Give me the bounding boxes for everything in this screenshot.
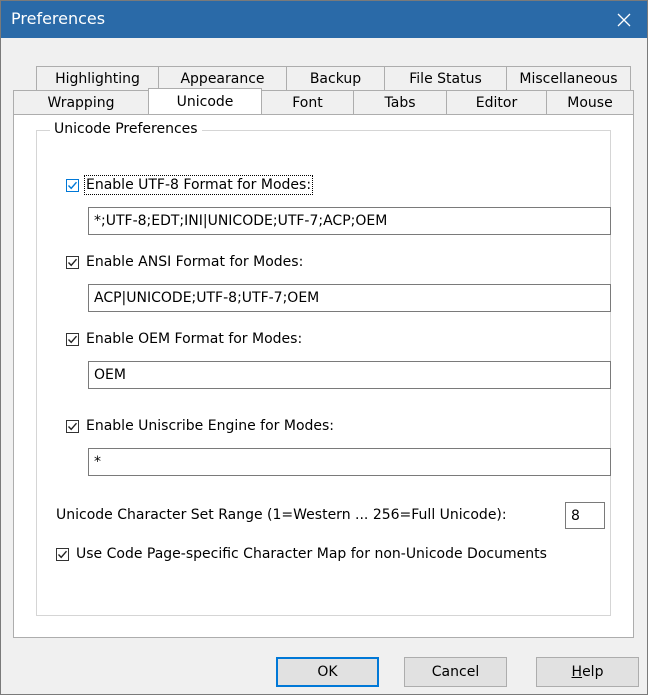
tab-appearance[interactable]: Appearance — [158, 66, 287, 90]
ansi-label: Enable ANSI Format for Modes: — [86, 254, 304, 270]
utf8-checkbox-row[interactable]: Enable UTF-8 Format for Modes: — [66, 175, 314, 195]
tab-highlighting[interactable]: Highlighting — [36, 66, 159, 90]
help-button[interactable]: Help — [536, 657, 639, 687]
uniscribe-checkbox-row[interactable]: Enable Uniscribe Engine for Modes: — [66, 418, 334, 434]
tab-file-status[interactable]: File Status — [384, 66, 507, 90]
help-label-rest: elp — [582, 664, 604, 680]
utf8-label: Enable UTF-8 Format for Modes: — [83, 175, 314, 195]
uniscribe-label: Enable Uniscribe Engine for Modes: — [86, 418, 335, 434]
tab-wrapping[interactable]: Wrapping — [13, 90, 149, 114]
codepage-map-label: Use Code Page-specific Character Map for… — [76, 546, 547, 562]
uniscribe-checkbox[interactable] — [66, 419, 79, 433]
utf8-checkbox[interactable] — [66, 178, 79, 192]
checkmark-icon — [67, 181, 78, 189]
cancel-button[interactable]: Cancel — [404, 657, 507, 687]
checkmark-icon — [67, 335, 78, 343]
uniscribe-modes-input[interactable]: * — [88, 448, 611, 476]
close-button[interactable] — [601, 1, 647, 38]
oem-checkbox[interactable] — [66, 332, 79, 346]
checkmark-icon — [67, 422, 78, 430]
close-icon — [617, 13, 631, 26]
tab-backup[interactable]: Backup — [286, 66, 385, 90]
charset-range-label: Unicode Character Set Range (1=Western .… — [56, 507, 507, 523]
tab-editor[interactable]: Editor — [446, 90, 547, 114]
unicode-preferences-group: Unicode Preferences Enable UTF-8 Format … — [36, 121, 611, 616]
unicode-tab-panel: Unicode Preferences Enable UTF-8 Format … — [13, 114, 634, 638]
ansi-checkbox[interactable] — [66, 255, 79, 269]
ansi-modes-input[interactable]: ACP|UNICODE;UTF-8;UTF-7;OEM — [88, 284, 611, 312]
tab-unicode[interactable]: Unicode — [148, 88, 262, 114]
oem-label: Enable OEM Format for Modes: — [86, 331, 303, 347]
ansi-checkbox-row[interactable]: Enable ANSI Format for Modes: — [66, 254, 303, 270]
help-mnemonic: H — [571, 664, 583, 680]
checkmark-icon — [67, 258, 78, 266]
tab-miscellaneous[interactable]: Miscellaneous — [506, 66, 631, 90]
ok-button[interactable]: OK — [276, 657, 379, 687]
utf8-modes-input[interactable]: *;UTF-8;EDT;INI|UNICODE;UTF-7;ACP;OEM — [88, 207, 611, 235]
tab-font[interactable]: Font — [261, 90, 354, 114]
codepage-map-checkbox[interactable] — [56, 547, 69, 561]
oem-checkbox-row[interactable]: Enable OEM Format for Modes: — [66, 331, 302, 347]
tab-tabs[interactable]: Tabs — [353, 90, 447, 114]
tab-mouse[interactable]: Mouse — [546, 90, 634, 114]
oem-modes-input[interactable]: OEM — [88, 361, 611, 389]
preferences-dialog: Preferences Highlighting Appearance Back… — [0, 0, 648, 695]
group-title: Unicode Preferences — [50, 121, 202, 137]
codepage-map-checkbox-row[interactable]: Use Code Page-specific Character Map for… — [56, 546, 547, 562]
window-title: Preferences — [11, 9, 106, 28]
charset-range-input[interactable]: 8 — [565, 502, 605, 529]
title-bar[interactable]: Preferences — [1, 1, 647, 38]
checkmark-icon — [57, 550, 68, 558]
